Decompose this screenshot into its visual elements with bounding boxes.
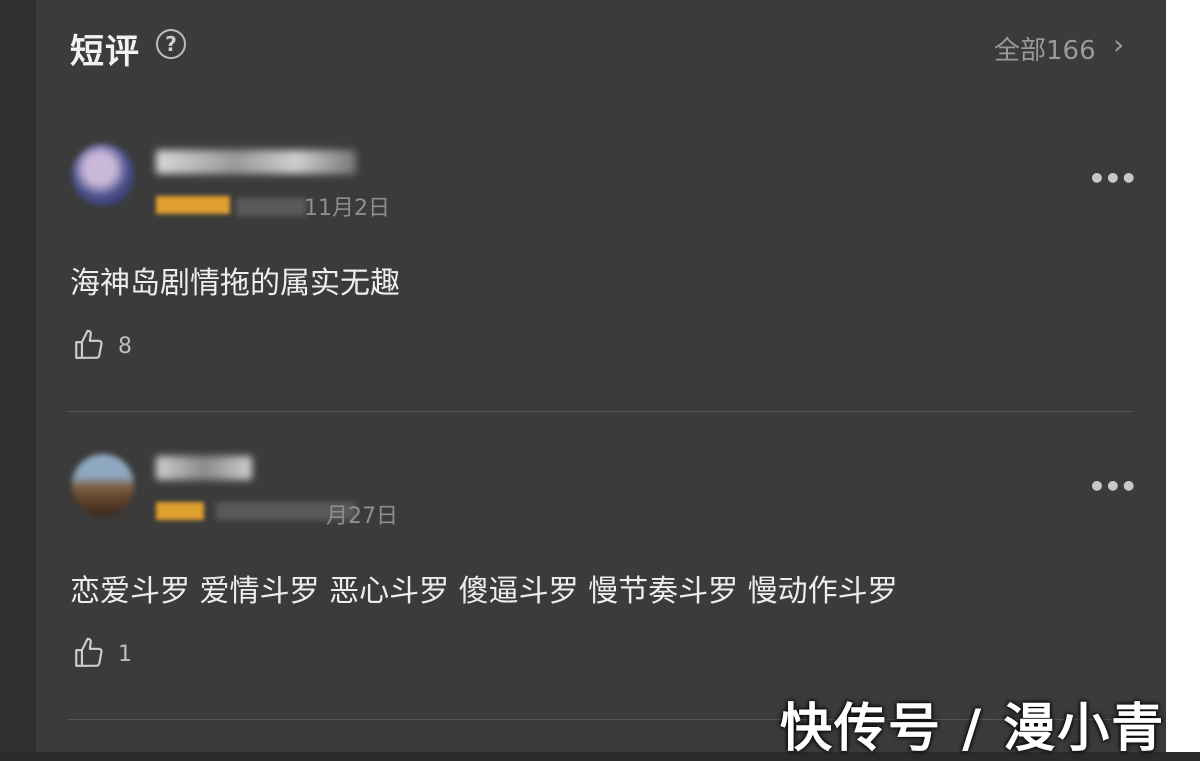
comment-text: 恋爱斗罗 爱情斗罗 恶心斗罗 傻逼斗罗 慢节奏斗罗 慢动作斗罗 <box>70 574 898 609</box>
avatar[interactable] <box>72 144 134 206</box>
section-title: 短评 <box>70 32 140 72</box>
chevron-right-icon[interactable]: › <box>1113 28 1124 61</box>
all-reviews-link[interactable]: 全部166 <box>994 30 1096 67</box>
user-level-badge <box>156 502 204 520</box>
comment-date: 月27日 <box>326 504 398 529</box>
like-count: 8 <box>118 334 132 359</box>
watermark-text: 快传号 / 漫小青 <box>780 699 1166 759</box>
thumbs-up-icon[interactable] <box>72 328 106 362</box>
username-blurred[interactable] <box>156 456 252 480</box>
like-count: 1 <box>118 642 132 667</box>
user-level-badge <box>156 196 230 214</box>
avatar[interactable] <box>72 454 134 516</box>
username-blurred[interactable] <box>156 150 356 174</box>
right-background-strip <box>1166 0 1200 752</box>
left-background-strip <box>0 0 36 752</box>
comment-text: 海神岛剧情拖的属实无趣 <box>70 266 400 301</box>
more-options-icon[interactable]: ••• <box>1088 470 1138 503</box>
divider <box>68 411 1134 412</box>
more-options-icon[interactable]: ••• <box>1088 162 1138 195</box>
thumbs-up-icon[interactable] <box>72 636 106 670</box>
meta-blurred <box>236 198 306 216</box>
comment-date: 11月2日 <box>304 196 390 221</box>
short-review-panel: 短评 ? 全部166 › 11月2日 ••• 海神岛剧情拖的属实无趣 8 月27… <box>36 0 1166 752</box>
help-icon[interactable]: ? <box>156 29 186 59</box>
